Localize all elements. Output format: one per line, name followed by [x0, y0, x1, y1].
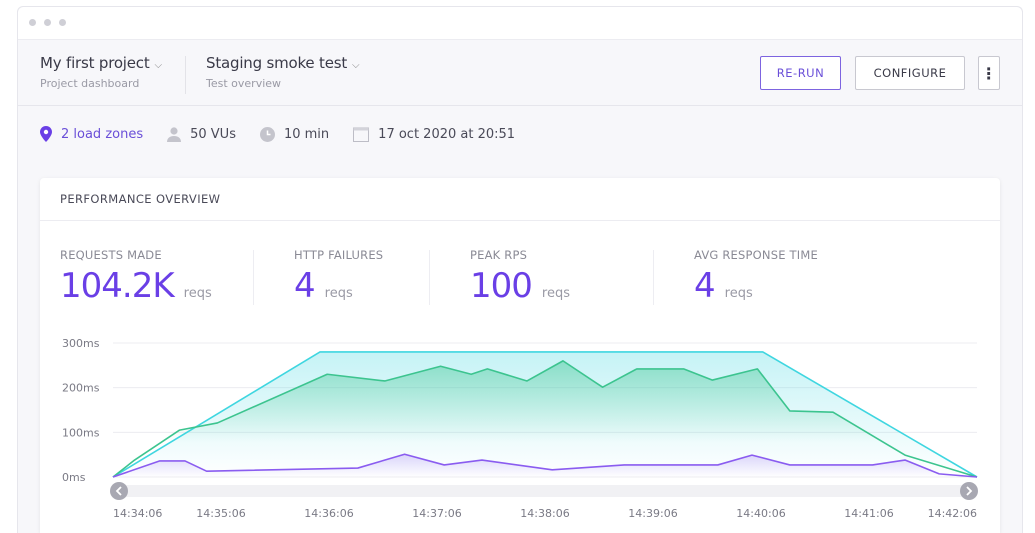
- x-tick-label: 14:36:06: [304, 507, 353, 520]
- x-tick-label: 14:39:06: [628, 507, 677, 520]
- x-tick-label: 14:41:06: [844, 507, 893, 520]
- x-tick-label: 14:35:06: [196, 507, 245, 520]
- x-tick-label: 14:38:06: [520, 507, 569, 520]
- x-tick-label: 14:37:06: [412, 507, 461, 520]
- x-tick-label: 14:34:06: [113, 507, 162, 520]
- response-time-chart: 0ms 100ms 200ms 300ms 14:34:06 14:35:06 14:36:…: [62, 337, 978, 520]
- y-tick-label: 200ms: [62, 382, 100, 395]
- y-tick-label: 100ms: [62, 426, 100, 439]
- time-range-scrollbar[interactable]: [118, 485, 970, 497]
- x-tick-label: 14:40:06: [736, 507, 785, 520]
- scroll-left-button[interactable]: [110, 482, 128, 500]
- y-tick-label: 0ms: [62, 471, 86, 484]
- y-tick-label: 300ms: [62, 337, 100, 350]
- scroll-right-button[interactable]: [960, 482, 978, 500]
- x-tick-label: 14:42:06: [928, 507, 977, 520]
